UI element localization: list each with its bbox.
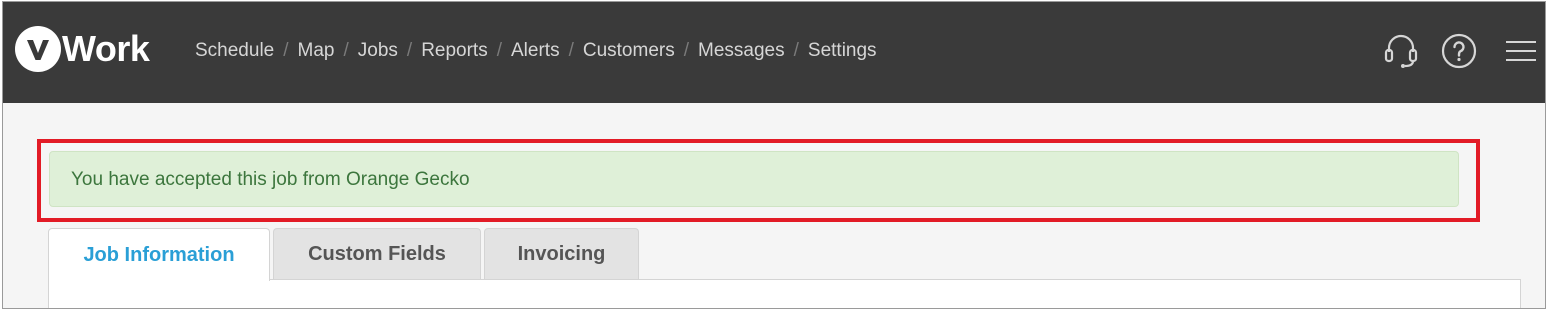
tab-label: Job Information bbox=[83, 243, 235, 266]
nav-settings[interactable]: Settings bbox=[808, 40, 877, 62]
hamburger-menu-icon bbox=[1506, 41, 1536, 61]
tab-content-panel bbox=[48, 279, 1521, 308]
logo-mark bbox=[15, 26, 61, 72]
nav-jobs[interactable]: Jobs bbox=[358, 40, 398, 62]
nav-messages[interactable]: Messages bbox=[698, 40, 785, 62]
nav-separator: / bbox=[283, 40, 289, 61]
headset-icon bbox=[1384, 34, 1418, 68]
tab-custom-fields[interactable]: Custom Fields bbox=[273, 228, 481, 280]
tab-label: Invoicing bbox=[517, 243, 606, 265]
tab-label: Custom Fields bbox=[308, 243, 446, 265]
logo-v-icon bbox=[27, 40, 49, 60]
nav-separator: / bbox=[496, 40, 502, 61]
highlight-box: You have accepted this job from Orange G… bbox=[37, 139, 1480, 222]
nav-separator: / bbox=[793, 40, 799, 61]
nav-schedule[interactable]: Schedule bbox=[195, 40, 274, 62]
app-window: Work Schedule / Map / Jobs / Reports / A… bbox=[2, 1, 1546, 309]
nav-customers[interactable]: Customers bbox=[583, 40, 675, 62]
main-nav: Schedule / Map / Jobs / Reports / Alerts… bbox=[195, 40, 877, 62]
tab-invoicing[interactable]: Invoicing bbox=[484, 228, 639, 280]
nav-separator: / bbox=[683, 40, 689, 61]
nav-alerts[interactable]: Alerts bbox=[511, 40, 560, 62]
nav-map[interactable]: Map bbox=[298, 40, 335, 62]
nav-reports[interactable]: Reports bbox=[421, 40, 488, 62]
support-button[interactable] bbox=[1383, 32, 1419, 70]
help-circle-icon bbox=[1441, 33, 1477, 69]
top-navbar: Work Schedule / Map / Jobs / Reports / A… bbox=[3, 2, 1545, 103]
nav-separator: / bbox=[406, 40, 413, 61]
main-menu-button[interactable] bbox=[1503, 32, 1539, 70]
help-button[interactable] bbox=[1441, 32, 1477, 70]
nav-separator: / bbox=[343, 40, 349, 61]
logo-text: Work bbox=[62, 28, 150, 69]
nav-separator: / bbox=[568, 40, 574, 61]
success-alert: You have accepted this job from Orange G… bbox=[49, 151, 1459, 207]
vwork-logo[interactable]: Work bbox=[15, 26, 150, 72]
alert-message: You have accepted this job from Orange G… bbox=[71, 169, 470, 190]
tab-job-information[interactable]: Job Information bbox=[48, 228, 270, 281]
